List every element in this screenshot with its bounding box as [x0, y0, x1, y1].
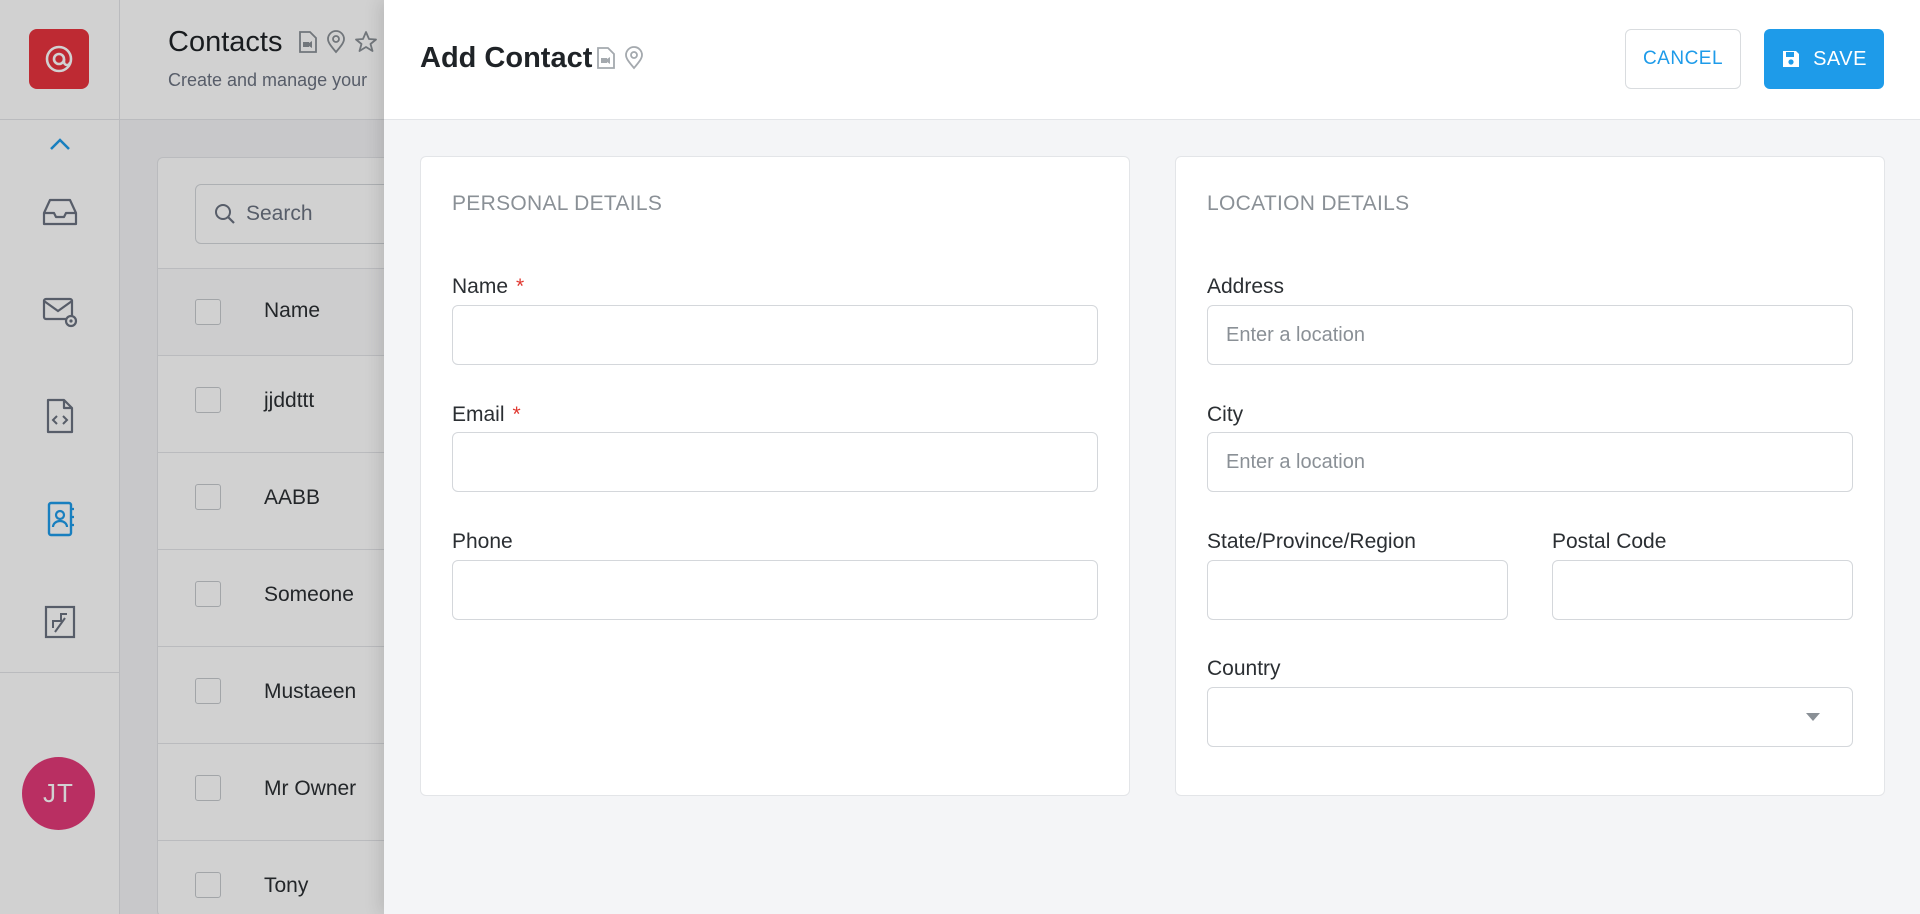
country-label: Country	[1207, 657, 1281, 680]
city-label: City	[1207, 403, 1244, 426]
postal-code-label: Postal Code	[1552, 530, 1667, 553]
personal-details-panel: PERSONAL DETAILS Name * Email * Phone	[420, 156, 1130, 796]
required-mark: *	[516, 275, 525, 298]
document-video-icon[interactable]	[596, 46, 616, 70]
email-label: Email *	[452, 403, 521, 427]
location-details-panel: LOCATION DETAILS Address City State/Prov…	[1175, 156, 1885, 796]
location-pin-icon[interactable]	[624, 46, 644, 70]
save-button[interactable]: SAVE	[1764, 29, 1884, 89]
name-label-text: Name	[452, 275, 509, 298]
location-details-title: LOCATION DETAILS	[1207, 192, 1410, 215]
phone-input[interactable]	[452, 560, 1098, 620]
drawer-title: Add Contact	[420, 42, 593, 74]
address-label: Address	[1207, 275, 1285, 298]
phone-label: Phone	[452, 530, 513, 553]
country-select[interactable]	[1207, 687, 1853, 747]
add-contact-drawer: Add Contact CANCEL SAVE PERSONAL DETAILS…	[384, 0, 1920, 914]
drawer-title-icons	[596, 46, 644, 70]
name-label: Name *	[452, 275, 524, 299]
postal-code-input[interactable]	[1552, 560, 1853, 620]
address-input[interactable]	[1207, 305, 1853, 365]
name-input[interactable]	[452, 305, 1098, 365]
state-input[interactable]	[1207, 560, 1508, 620]
drawer-header: Add Contact CANCEL SAVE	[384, 0, 1920, 120]
email-input[interactable]	[452, 432, 1098, 492]
caret-down-icon	[1806, 713, 1820, 721]
email-label-text: Email	[452, 403, 505, 426]
cancel-button[interactable]: CANCEL	[1625, 29, 1741, 89]
required-mark: *	[512, 403, 521, 426]
floppy-disk-icon	[1783, 51, 1800, 67]
state-label: State/Province/Region	[1207, 530, 1416, 553]
city-input[interactable]	[1207, 432, 1853, 492]
personal-details-title: PERSONAL DETAILS	[452, 192, 663, 215]
save-button-label: SAVE	[1813, 47, 1867, 70]
